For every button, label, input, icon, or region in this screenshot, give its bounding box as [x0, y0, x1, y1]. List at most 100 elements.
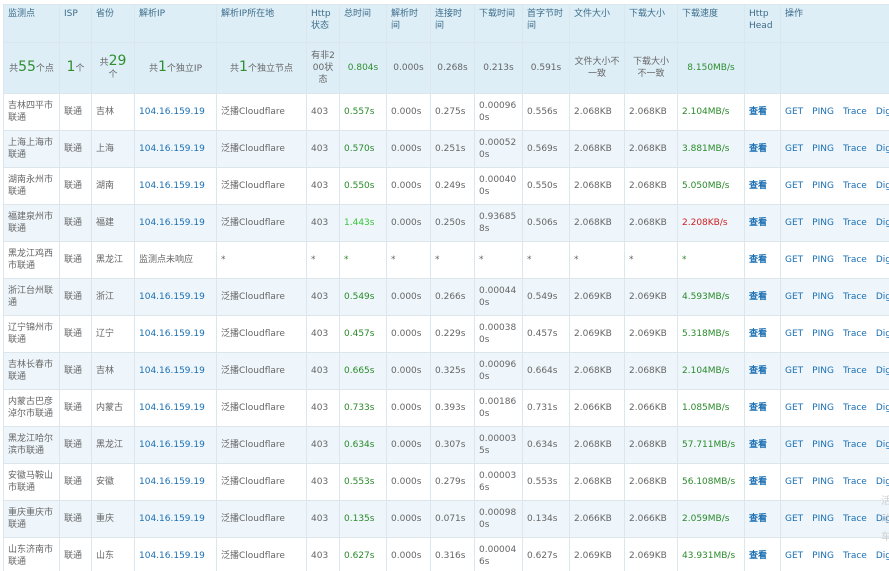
dig-link[interactable]: Dig — [876, 292, 889, 302]
ping-link[interactable]: PING — [812, 107, 834, 117]
ping-link[interactable]: PING — [812, 403, 834, 413]
ping-link[interactable]: PING — [812, 218, 834, 228]
trace-link[interactable]: Trace — [843, 403, 867, 413]
trace-link[interactable]: Trace — [843, 255, 867, 265]
cell-connect-time: 0.249s — [430, 167, 475, 205]
cell-http-head: 查看 — [744, 204, 781, 242]
cell-node: 山东济南市联通 — [3, 537, 60, 571]
cell-http-head: 查看 — [744, 130, 781, 168]
col-connect-time[interactable]: 连接时间 — [430, 4, 475, 43]
col-resolve-time[interactable]: 解析时间 — [386, 4, 431, 43]
view-head-link[interactable]: 查看 — [749, 440, 767, 450]
dig-link[interactable]: Dig — [876, 440, 889, 450]
ping-link[interactable]: PING — [812, 255, 834, 265]
trace-link[interactable]: Trace — [843, 329, 867, 339]
dig-link[interactable]: Dig — [876, 144, 889, 154]
trace-link[interactable]: Trace — [843, 107, 867, 117]
trace-link[interactable]: Trace — [843, 292, 867, 302]
ping-link[interactable]: PING — [812, 292, 834, 302]
view-head-link[interactable]: 查看 — [749, 144, 767, 154]
summary-speed: 8.150MB/s — [677, 42, 745, 94]
view-head-link[interactable]: 查看 — [749, 181, 767, 191]
cell-actions: GET PING Trace Dig — [780, 389, 889, 427]
get-link[interactable]: GET — [785, 107, 803, 117]
view-head-link[interactable]: 查看 — [749, 514, 767, 524]
cell-resolve-time: 0.000s — [386, 315, 431, 353]
cell-download-time: 0.000380s — [474, 315, 523, 353]
trace-link[interactable]: Trace — [843, 551, 867, 561]
cell-speed: * — [677, 241, 745, 279]
get-link[interactable]: GET — [785, 255, 803, 265]
dig-link[interactable]: Dig — [876, 403, 889, 413]
cell-location: 泛播Cloudflare — [216, 93, 307, 131]
view-head-link[interactable]: 查看 — [749, 292, 767, 302]
view-head-link[interactable]: 查看 — [749, 366, 767, 376]
cell-resolve-time: 0.000s — [386, 93, 431, 131]
dig-link[interactable]: Dig — [876, 366, 889, 376]
trace-link[interactable]: Trace — [843, 366, 867, 376]
ping-link[interactable]: PING — [812, 366, 834, 376]
cell-resolve-time: 0.000s — [386, 426, 431, 464]
cell-ip: 104.16.159.19 — [134, 537, 217, 571]
col-isp[interactable]: ISP — [59, 4, 92, 43]
cell-actions: GET PING Trace Dig — [780, 167, 889, 205]
get-link[interactable]: GET — [785, 144, 803, 154]
cell-location: 泛播Cloudflare — [216, 389, 307, 427]
dig-link[interactable]: Dig — [876, 107, 889, 117]
trace-link[interactable]: Trace — [843, 477, 867, 487]
trace-link[interactable]: Trace — [843, 181, 867, 191]
cell-status: * — [306, 241, 340, 279]
get-link[interactable]: GET — [785, 403, 803, 413]
dig-link[interactable]: Dig — [876, 329, 889, 339]
summary-first-byte: 0.591s — [522, 42, 570, 94]
col-http-status[interactable]: Http状态 — [306, 4, 340, 43]
trace-link[interactable]: Trace — [843, 514, 867, 524]
ping-link[interactable]: PING — [812, 551, 834, 561]
cell-http-head: 查看 — [744, 167, 781, 205]
col-download-time[interactable]: 下载时间 — [474, 4, 523, 43]
view-head-link[interactable]: 查看 — [749, 218, 767, 228]
ping-link[interactable]: PING — [812, 144, 834, 154]
col-first-byte[interactable]: 首字节时间 — [522, 4, 570, 43]
col-speed[interactable]: 下载速度 — [677, 4, 745, 43]
col-download-size[interactable]: 下载大小 — [624, 4, 678, 43]
col-province[interactable]: 省份 — [91, 4, 135, 43]
dig-link[interactable]: Dig — [876, 218, 889, 228]
get-link[interactable]: GET — [785, 181, 803, 191]
view-head-link[interactable]: 查看 — [749, 477, 767, 487]
cell-total-time: 1.443s — [339, 204, 387, 242]
col-file-size[interactable]: 文件大小 — [569, 4, 625, 43]
view-head-link[interactable]: 查看 — [749, 403, 767, 413]
view-head-link[interactable]: 查看 — [749, 551, 767, 561]
trace-link[interactable]: Trace — [843, 218, 867, 228]
view-head-link[interactable]: 查看 — [749, 255, 767, 265]
dig-link[interactable]: Dig — [876, 477, 889, 487]
dig-link[interactable]: Dig — [876, 255, 889, 265]
get-link[interactable]: GET — [785, 551, 803, 561]
get-link[interactable]: GET — [785, 329, 803, 339]
col-location[interactable]: 解析IP所在地 — [216, 4, 307, 43]
trace-link[interactable]: Trace — [843, 440, 867, 450]
trace-link[interactable]: Trace — [843, 144, 867, 154]
col-ip[interactable]: 解析IP — [134, 4, 217, 43]
cell-total-time: 0.553s — [339, 463, 387, 501]
get-link[interactable]: GET — [785, 218, 803, 228]
cell-node: 内蒙古巴彦淖尔市联通 — [3, 389, 60, 427]
view-head-link[interactable]: 查看 — [749, 329, 767, 339]
dig-link[interactable]: Dig — [876, 181, 889, 191]
view-head-link[interactable]: 查看 — [749, 107, 767, 117]
get-link[interactable]: GET — [785, 366, 803, 376]
col-total-time[interactable]: 总时间 — [339, 4, 387, 43]
dig-link[interactable]: Dig — [876, 551, 889, 561]
ping-link[interactable]: PING — [812, 477, 834, 487]
col-node[interactable]: 监测点 — [3, 4, 60, 43]
get-link[interactable]: GET — [785, 514, 803, 524]
ping-link[interactable]: PING — [812, 440, 834, 450]
get-link[interactable]: GET — [785, 440, 803, 450]
ping-link[interactable]: PING — [812, 514, 834, 524]
get-link[interactable]: GET — [785, 477, 803, 487]
ping-link[interactable]: PING — [812, 329, 834, 339]
cell-node: 安徽马鞍山市联通 — [3, 463, 60, 501]
ping-link[interactable]: PING — [812, 181, 834, 191]
get-link[interactable]: GET — [785, 292, 803, 302]
